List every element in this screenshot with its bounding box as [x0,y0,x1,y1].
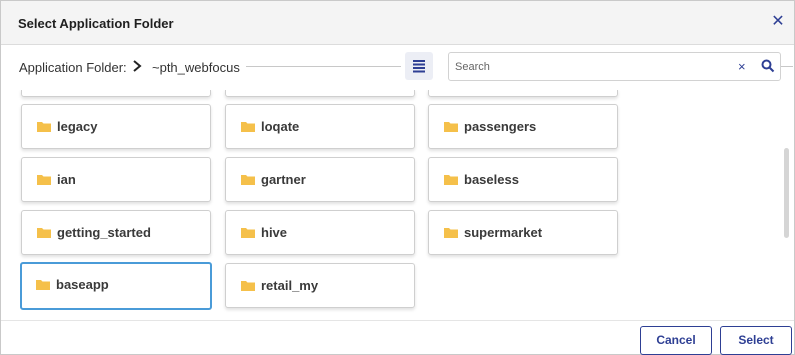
close-icon[interactable]: ✕ [770,14,786,30]
folder-tile-partial[interactable] [428,90,618,97]
folder-label: retail_my [261,278,319,293]
folder-tile[interactable]: ian [21,157,211,202]
folder-icon [444,228,458,238]
folder-tile[interactable]: retail_my [225,263,415,308]
folder-tile[interactable]: getting_started [21,210,211,255]
folder-label: passengers [464,119,537,134]
folder-icon [241,175,255,185]
path-value[interactable]: ~pth_webfocus [152,60,240,75]
folder-label: baseapp [56,277,109,292]
folder-icon [37,228,51,238]
folder-label: getting_started [57,225,151,240]
dialog-title: Select Application Folder [18,16,174,31]
folder-label: hive [261,225,288,240]
chevron-right-icon[interactable] [130,58,144,74]
dialog-footer: Cancel Select [1,320,794,355]
folder-grid: legacy loqate passengers ian gartner bas… [1,90,794,320]
folder-icon [37,175,51,185]
folder-icon [241,228,255,238]
footer-divider [1,320,794,321]
list-view-button[interactable] [405,52,433,80]
path-label: Application Folder: [19,60,127,75]
search-divider [781,66,793,67]
folder-label: supermarket [464,225,543,240]
folder-tile-partial[interactable] [225,90,415,97]
folder-tile[interactable]: hive [225,210,415,255]
folder-tile[interactable]: passengers [428,104,618,149]
path-divider [246,66,401,67]
dialog-titlebar: Select Application Folder ✕ [1,1,794,45]
folder-icon [36,280,50,290]
folder-label: baseless [464,172,519,187]
search-box: × [448,52,781,81]
folder-tile[interactable]: baseless [428,157,618,202]
folder-label: legacy [57,119,98,134]
folder-label: gartner [261,172,306,187]
path-bar: Application Folder: ~pth_webfocus × [1,46,794,90]
folder-icon [444,122,458,132]
folder-tile-partial[interactable] [21,90,211,97]
folder-tile[interactable]: gartner [225,157,415,202]
folder-icon [444,175,458,185]
search-input[interactable] [455,59,725,75]
folder-tile[interactable]: supermarket [428,210,618,255]
select-folder-dialog: Select Application Folder ✕ Application … [0,0,795,355]
scrollbar[interactable] [780,90,792,320]
folder-label: ian [57,172,76,187]
scrollbar-thumb[interactable] [784,148,789,238]
folder-label: loqate [261,119,300,134]
select-button[interactable]: Select [720,326,792,355]
search-icon[interactable] [761,59,775,73]
clear-icon[interactable]: × [738,59,746,75]
folder-tile[interactable]: legacy [21,104,211,149]
folder-icon [241,281,255,291]
list-icon [413,60,425,73]
folder-tile[interactable]: loqate [225,104,415,149]
cancel-button[interactable]: Cancel [640,326,712,355]
folder-icon [241,122,255,132]
folder-icon [37,122,51,132]
folder-tile-selected[interactable]: baseapp [20,262,212,310]
